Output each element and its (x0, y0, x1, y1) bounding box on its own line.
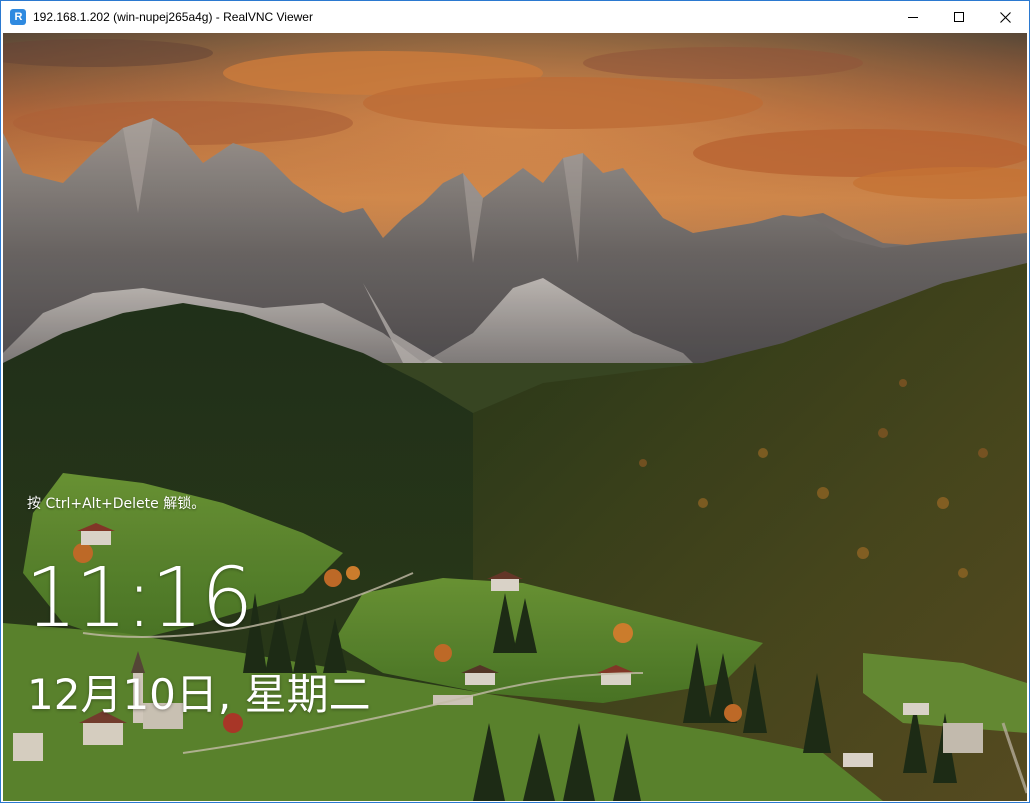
window-title: 192.168.1.202 (win-nupej265a4g) - RealVN… (33, 10, 313, 24)
minimize-icon (908, 17, 918, 18)
remote-desktop-view[interactable]: 按 Ctrl+Alt+Delete 解锁。 11:16 12月10日, 星期二 (3, 33, 1027, 801)
lock-screen-date: 12月10日, 星期二 (27, 670, 371, 719)
maximize-button[interactable] (936, 1, 982, 33)
lock-hint-text: 按 Ctrl+Alt+Delete 解锁。 (27, 496, 206, 512)
close-button[interactable] (982, 1, 1028, 33)
realvnc-app-icon[interactable]: R (10, 9, 26, 25)
lock-screen-time: 11:16 (25, 551, 253, 646)
minimize-button[interactable] (890, 1, 936, 33)
title-bar[interactable]: R 192.168.1.202 (win-nupej265a4g) - Real… (1, 1, 1029, 33)
close-icon (999, 11, 1011, 23)
vnc-viewer-window: R 192.168.1.202 (win-nupej265a4g) - Real… (0, 0, 1030, 803)
maximize-icon (954, 12, 964, 22)
